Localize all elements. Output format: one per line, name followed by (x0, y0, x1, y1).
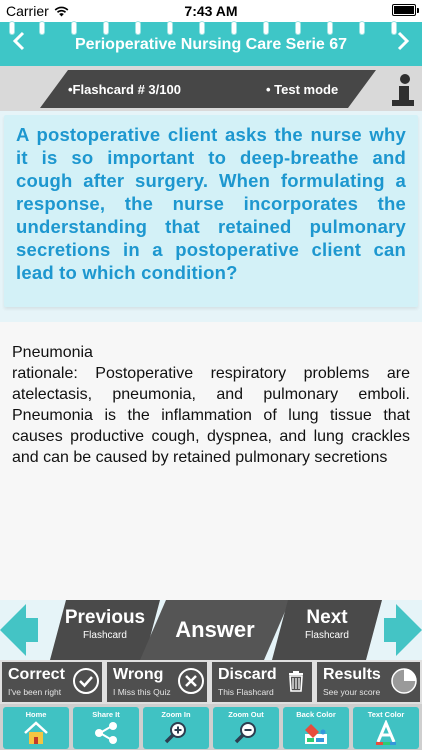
previous-flashcard-button[interactable]: Previous Flashcard (50, 600, 160, 660)
binder-rings (0, 22, 422, 34)
zoom-in-icon (164, 722, 186, 744)
zoom-out-icon (234, 722, 256, 744)
reader-icon (392, 74, 414, 106)
results-label: Results (323, 666, 381, 683)
previous-sub: Flashcard (83, 630, 127, 641)
discard-label: Discard (218, 666, 277, 683)
next-sub: Flashcard (305, 630, 349, 641)
status-right (392, 4, 419, 16)
answer-button[interactable]: Answer (140, 600, 290, 660)
wrong-label: Wrong (113, 666, 164, 683)
share-button[interactable]: Share It (73, 707, 139, 749)
page-title: Perioperative Nursing Care Serie 67 (74, 36, 348, 53)
chevron-left-icon (12, 31, 25, 51)
answer-rationale: rationale: Postoperative respiratory pro… (12, 365, 410, 466)
share-label: Share It (92, 710, 120, 719)
pie-chart-icon (391, 668, 417, 694)
flashcard-header: •Flashcard # 3/100 • Test mode (0, 66, 422, 111)
test-mode-label: • Test mode (266, 82, 339, 97)
answer-text: Pneumonia rationale: Postoperative respi… (12, 342, 410, 468)
home-button[interactable]: Home (3, 707, 69, 749)
wrong-sub: I Miss this Quiz (113, 687, 171, 697)
grading-bar: Correct I've been right Wrong I Miss thi… (0, 660, 422, 704)
paint-bucket-icon (305, 724, 327, 744)
question-card: A postoperative client asks the nurse wh… (4, 115, 418, 307)
checkmark-icon (73, 668, 99, 694)
discard-sub: This Flashcard (218, 687, 274, 697)
flashcard-counter: •Flashcard # 3/100 (68, 82, 181, 97)
wrong-button[interactable]: Wrong I Miss this Quiz (107, 662, 207, 702)
chevron-right-icon (397, 31, 410, 51)
previous-arrow-icon[interactable] (0, 600, 38, 660)
text-color-button[interactable]: Text Color (353, 707, 419, 749)
results-button[interactable]: Results See your score (317, 662, 420, 702)
next-arrow-icon[interactable] (384, 600, 422, 660)
zoom-in-button[interactable]: Zoom In (143, 707, 209, 749)
zoom-out-label: Zoom Out (228, 710, 264, 719)
trash-icon (289, 671, 303, 692)
correct-label: Correct (8, 666, 65, 683)
house-icon (24, 721, 48, 744)
forward-button[interactable] (388, 30, 418, 58)
share-icon (95, 722, 117, 744)
answer-title: Pneumonia (12, 344, 93, 361)
home-label: Home (25, 710, 47, 719)
text-color-icon (376, 720, 396, 745)
back-button[interactable] (4, 30, 34, 58)
next-label: Next (306, 607, 348, 628)
question-area: A postoperative client asks the nurse wh… (0, 111, 422, 322)
discard-button[interactable]: Discard This Flashcard (212, 662, 312, 702)
status-time: 7:43 AM (184, 3, 238, 19)
battery-icon (392, 4, 419, 16)
card-navigation: Previous Flashcard Answer Next Flashcard (0, 600, 422, 660)
zoom-in-label: Zoom In (161, 710, 191, 719)
back-color-button[interactable]: Back Color (283, 707, 349, 749)
bottom-toolbar: Home Share It Zoom In Zoom Out Back Colo… (0, 704, 422, 750)
correct-button[interactable]: Correct I've been right (2, 662, 102, 702)
answer-area: Pneumonia rationale: Postoperative respi… (0, 322, 422, 600)
previous-label: Previous (64, 607, 146, 628)
next-flashcard-button[interactable]: Next Flashcard (272, 600, 382, 660)
back-color-label: Back Color (296, 710, 336, 719)
cross-icon (178, 668, 204, 694)
text-color-label: Text Color (367, 710, 405, 719)
question-text: A postoperative client asks the nurse wh… (16, 124, 406, 283)
zoom-out-button[interactable]: Zoom Out (213, 707, 279, 749)
results-sub: See your score (323, 687, 381, 697)
correct-sub: I've been right (8, 687, 62, 697)
nav-bar: Perioperative Nursing Care Serie 67 (0, 22, 422, 66)
status-bar: Carrier 7:43 AM (0, 0, 422, 22)
